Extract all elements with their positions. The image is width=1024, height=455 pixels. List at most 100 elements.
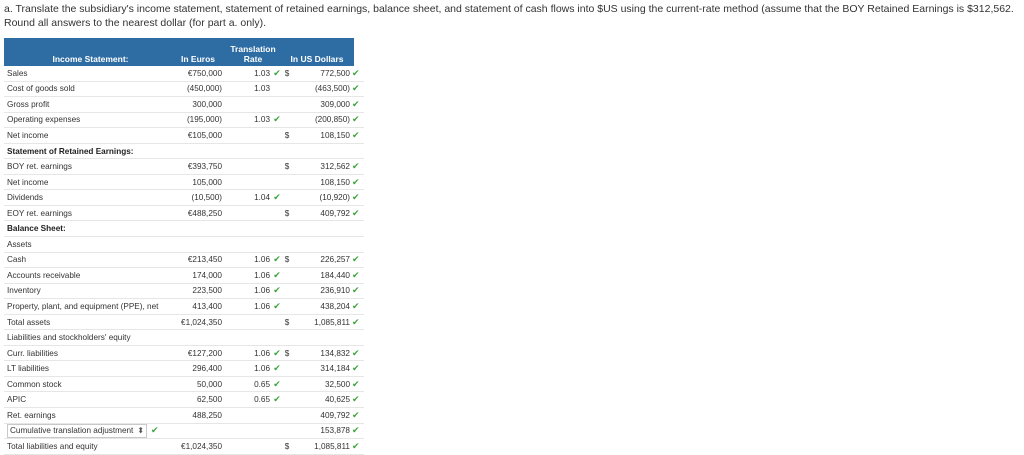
usd-value[interactable]: 409,792 — [292, 209, 352, 218]
usd-value[interactable]: 409,792 — [292, 411, 352, 420]
euros-value[interactable]: €393,750 — [174, 162, 226, 171]
euros-value[interactable]: 296,400 — [174, 364, 226, 373]
rate-value[interactable]: 1.03 — [226, 84, 272, 93]
row-label: Inventory — [7, 286, 41, 296]
section-heading: Statement of Retained Earnings: — [7, 146, 134, 156]
row-label: BOY ret. earnings — [7, 162, 72, 172]
rate-value[interactable]: 0.65 — [226, 395, 272, 404]
usd-value[interactable]: 314,184 — [292, 364, 352, 373]
rate-value[interactable]: 1.06 — [226, 255, 272, 264]
euros-value[interactable]: (195,000) — [174, 115, 226, 124]
euros-value[interactable]: 300,000 — [174, 100, 226, 109]
cta-select-label: Cumulative translation adjustment — [10, 425, 134, 435]
usd-value[interactable]: 40,625 — [292, 395, 352, 404]
usd-value[interactable]: 32,500 — [292, 380, 352, 389]
euros-value[interactable]: 105,000 — [174, 178, 226, 187]
usd-value[interactable]: 438,204 — [292, 302, 352, 311]
usd-value[interactable]: 772,500 — [292, 69, 352, 78]
usd-value[interactable]: 134,832 — [292, 349, 352, 358]
row-label: Assets — [7, 239, 32, 249]
check-icon: ✔ — [151, 424, 159, 435]
usd-value[interactable]: (10,920) — [292, 193, 352, 202]
section-heading-row: Statement of Retained Earnings: — [4, 144, 364, 160]
usd-check-icon: ✔ — [352, 409, 360, 420]
table-row: Assets — [4, 237, 364, 253]
rate-check-icon: ✔ — [273, 363, 281, 374]
usd-value[interactable]: 184,440 — [292, 271, 352, 280]
rate-value[interactable]: 1.04 — [226, 193, 272, 202]
cta-select[interactable]: Cumulative translation adjustment ⬍ — [7, 423, 148, 438]
table-row: Curr. liabilities €127,200 1.06 ✔ $134,832 ✔ — [4, 346, 364, 362]
euros-value[interactable]: €1,024,350 — [174, 442, 226, 451]
table-row: Liabilities and stockholders' equity — [4, 330, 364, 346]
usd-value[interactable]: 1,085,811 — [292, 318, 352, 327]
row-label: Property, plant, and equipment (PPE), ne… — [7, 301, 159, 311]
rate-value[interactable]: 0.65 — [226, 380, 272, 389]
table-row: Sales €750,000 1.03 ✔ $772,500 ✔ — [4, 66, 364, 82]
usd-value[interactable]: 309,000 — [292, 100, 352, 109]
usd-check-icon: ✔ — [352, 114, 360, 125]
usd-value[interactable]: 108,150 — [292, 131, 352, 140]
euros-value[interactable]: 413,400 — [174, 302, 226, 311]
usd-check-icon: ✔ — [352, 192, 360, 203]
usd-value[interactable]: (463,500) — [292, 84, 352, 93]
usd-check-icon: ✔ — [352, 161, 360, 172]
usd-value[interactable]: 236,910 — [292, 286, 352, 295]
table-row: Accounts receivable 174,000 1.06 ✔ 184,440 ✔ — [4, 268, 364, 284]
table-row: Cost of goods sold (450,000) 1.03 (463,500)… — [4, 82, 364, 98]
euros-value[interactable]: (450,000) — [174, 84, 226, 93]
row-label: Ret. earnings — [7, 410, 56, 420]
row-label: LT liabilities — [7, 364, 50, 374]
rate-value[interactable]: 1.06 — [226, 286, 272, 295]
euros-value[interactable]: 174,000 — [174, 271, 226, 280]
euros-value[interactable]: €488,250 — [174, 209, 226, 218]
usd-value[interactable]: 153,878 — [292, 426, 352, 435]
table-row: Property, plant, and equipment (PPE), ne… — [4, 299, 364, 315]
euros-value[interactable]: 488,250 — [174, 411, 226, 420]
table-row: Operating expenses (195,000) 1.03 ✔ (200,850… — [4, 113, 364, 129]
usd-check-icon: ✔ — [352, 300, 360, 311]
usd-value[interactable]: 108,150 — [292, 178, 352, 187]
rate-value[interactable]: 1.03 — [226, 69, 272, 78]
rate-value[interactable]: 1.06 — [226, 302, 272, 311]
table-row: Dividends (10,500) 1.04 ✔ (10,920) ✔ — [4, 190, 364, 206]
usd-value[interactable]: 312,562 — [292, 162, 352, 171]
table-row: Cumulative translation adjustment ⬍ ✔ 153,8… — [4, 423, 364, 440]
row-label: Operating expenses — [7, 115, 81, 125]
euros-value[interactable]: €105,000 — [174, 131, 226, 140]
euros-value[interactable]: €750,000 — [174, 69, 226, 78]
row-label: Dividends — [7, 193, 43, 203]
table-row: LT liabilities 296,400 1.06 ✔ 314,184 ✔ — [4, 361, 364, 377]
euros-value[interactable]: (10,500) — [174, 193, 226, 202]
usd-value[interactable]: 1,085,811 — [292, 442, 352, 451]
usd-check-icon: ✔ — [352, 285, 360, 296]
usd-check-icon: ✔ — [352, 378, 360, 389]
rate-value[interactable]: 1.06 — [226, 349, 272, 358]
table-row: Inventory 223,500 1.06 ✔ 236,910 ✔ — [4, 284, 364, 300]
row-label: APIC — [7, 395, 27, 405]
usd-value[interactable]: (200,850) — [292, 115, 352, 124]
row-label: Gross profit — [7, 99, 50, 109]
euros-value[interactable]: €127,200 — [174, 349, 226, 358]
row-label: Liabilities and stockholders' equity — [7, 333, 131, 343]
rate-value[interactable]: 1.03 — [226, 115, 272, 124]
euros-value[interactable]: €1,024,350 — [174, 318, 226, 327]
dollar-sign: $ — [284, 68, 290, 78]
usd-check-icon: ✔ — [352, 98, 360, 109]
section-heading: Balance Sheet: — [7, 224, 66, 234]
euros-value[interactable]: 223,500 — [174, 286, 226, 295]
euros-value[interactable]: 50,000 — [174, 380, 226, 389]
rate-value[interactable]: 1.06 — [226, 271, 272, 280]
rate-value[interactable]: 1.06 — [226, 364, 272, 373]
table-row: Total assets €1,024,350 $1,085,811 ✔ — [4, 315, 364, 331]
usd-value[interactable]: 226,257 — [292, 255, 352, 264]
rate-check-icon: ✔ — [273, 347, 281, 358]
euros-value[interactable]: €213,450 — [174, 255, 226, 264]
usd-check-icon: ✔ — [352, 176, 360, 187]
euros-value[interactable]: 62,500 — [174, 395, 226, 404]
table-row: Gross profit 300,000 309,000 ✔ — [4, 97, 364, 113]
dollar-sign: $ — [284, 162, 290, 172]
dollar-sign: $ — [284, 208, 290, 218]
rate-check-icon: ✔ — [273, 394, 281, 405]
rate-check-icon: ✔ — [273, 269, 281, 280]
